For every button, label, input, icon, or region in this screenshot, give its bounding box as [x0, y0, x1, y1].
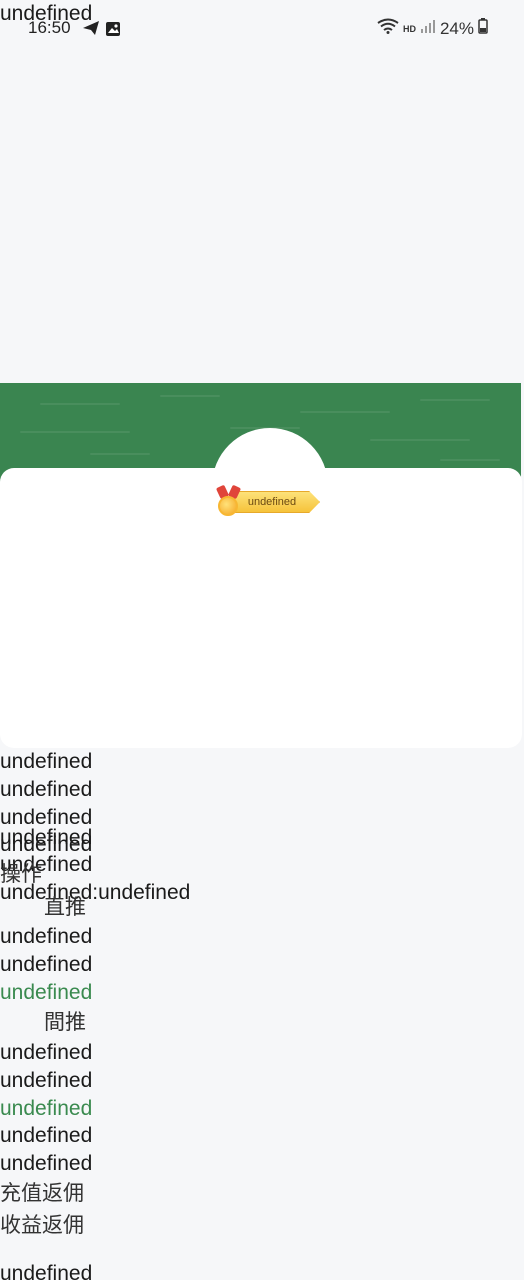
indirect-referral-tab[interactable]: 間推: [44, 1011, 86, 1035]
status-right: HD 24%: [377, 18, 488, 39]
wifi-icon: [377, 18, 399, 39]
list-item: undefined: [0, 1124, 93, 1147]
list-item: undefined: [0, 1262, 93, 1280]
telegram-icon: [82, 20, 100, 41]
status-time: 16:50: [28, 18, 71, 37]
list-item: undefined: [0, 1069, 93, 1092]
level-badge: undefined: [215, 484, 326, 518]
signal-icon: [420, 18, 436, 39]
list-item: undefined: [0, 778, 93, 801]
badge-label: undefined: [230, 491, 320, 513]
direct-referral-tab[interactable]: 直推: [44, 896, 86, 920]
list-item: undefined:undefined: [0, 881, 191, 904]
list-item-highlight: undefined: [0, 1097, 93, 1120]
list-item: undefined: [0, 953, 93, 976]
list-item: undefined: [0, 1152, 93, 1175]
list-item: undefined: [0, 925, 93, 948]
battery-percent: 24%: [439, 18, 474, 38]
recharge-rebate-link[interactable]: 充值返佣: [0, 1182, 84, 1206]
list-item-highlight: undefined: [0, 981, 93, 1004]
medal-icon: [218, 496, 238, 516]
battery-icon: [478, 18, 488, 39]
income-rebate-link[interactable]: 收益返佣: [0, 1214, 84, 1238]
hd-indicator: HD: [402, 23, 416, 34]
image-icon: [105, 21, 121, 42]
list-item: undefined: [0, 750, 93, 773]
list-item: undefined: [0, 1041, 93, 1064]
